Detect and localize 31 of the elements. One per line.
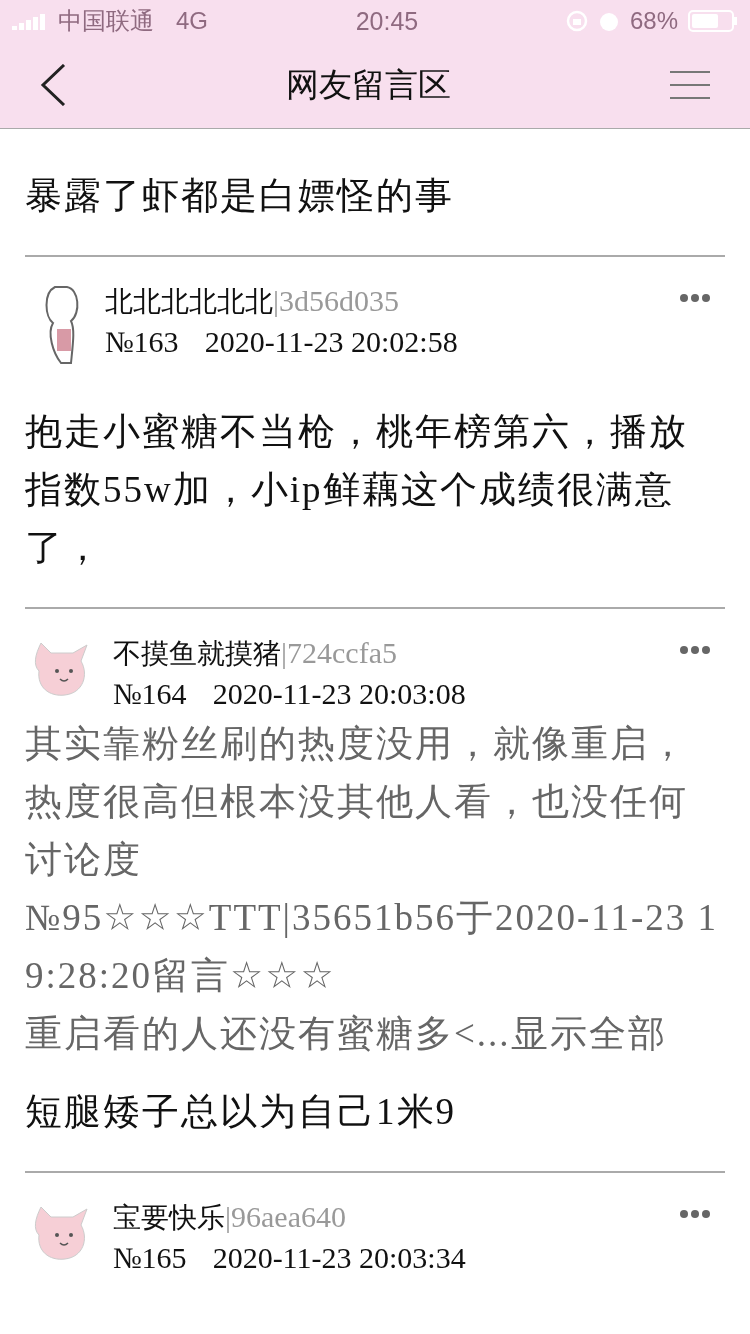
user-id: |724ccfa5 (281, 636, 397, 670)
user-id: |96aea640 (225, 1200, 346, 1234)
page-title: 网友留言区 (285, 63, 451, 106)
user-id: |3d56d035 (273, 284, 399, 318)
battery-percent: 68% (629, 7, 678, 35)
carrier-name: 中国联通 (58, 6, 154, 36)
more-icon[interactable] (679, 1209, 711, 1219)
comment-time: 2020-11-23 20:02:58 (204, 325, 458, 359)
rotation-lock-icon (565, 10, 588, 32)
comment-text: 暴露了虾都是白嫖怪的事 (25, 174, 455, 218)
network-type: 4G (176, 7, 208, 35)
comment-time: 2020-11-23 20:03:08 (212, 677, 466, 711)
quoted-comment: 其实靠粉丝刷的热度没用，就像重启，热度很高但根本没其他人看，也没任何讨论度 (25, 722, 689, 882)
comment-text: 短腿矮子总以为自己1米9 (25, 1090, 457, 1134)
comment-number: №164 (113, 677, 187, 711)
user-name: 不摸鱼就摸猪 (113, 636, 281, 672)
comment-text: 抱走小蜜糖不当枪，桃年榜第六，播放指数55w加，小ip鲜藕这个成绩很满意了， (25, 410, 689, 570)
comment-number: №163 (105, 325, 179, 359)
user-name: 北北北北北北 (105, 284, 273, 320)
menu-icon[interactable] (670, 70, 710, 100)
quoted-comment: 重启看的人还没有蜜糖多<...显示全部 (25, 1012, 668, 1056)
more-icon[interactable] (679, 645, 711, 655)
status-time: 20:45 (354, 6, 420, 36)
more-icon[interactable] (679, 293, 711, 303)
user-name: 宝要快乐 (113, 1200, 225, 1236)
comment-number: №165 (113, 1241, 187, 1275)
battery-icon (688, 10, 738, 32)
quoted-comment: №95☆☆☆TTT|35651b56于2020-11-23 19:28:20留言☆☆☆ (25, 896, 720, 998)
comment-time: 2020-11-23 20:03:34 (212, 1241, 466, 1275)
back-icon[interactable] (40, 64, 66, 106)
signal-icon (12, 12, 48, 30)
